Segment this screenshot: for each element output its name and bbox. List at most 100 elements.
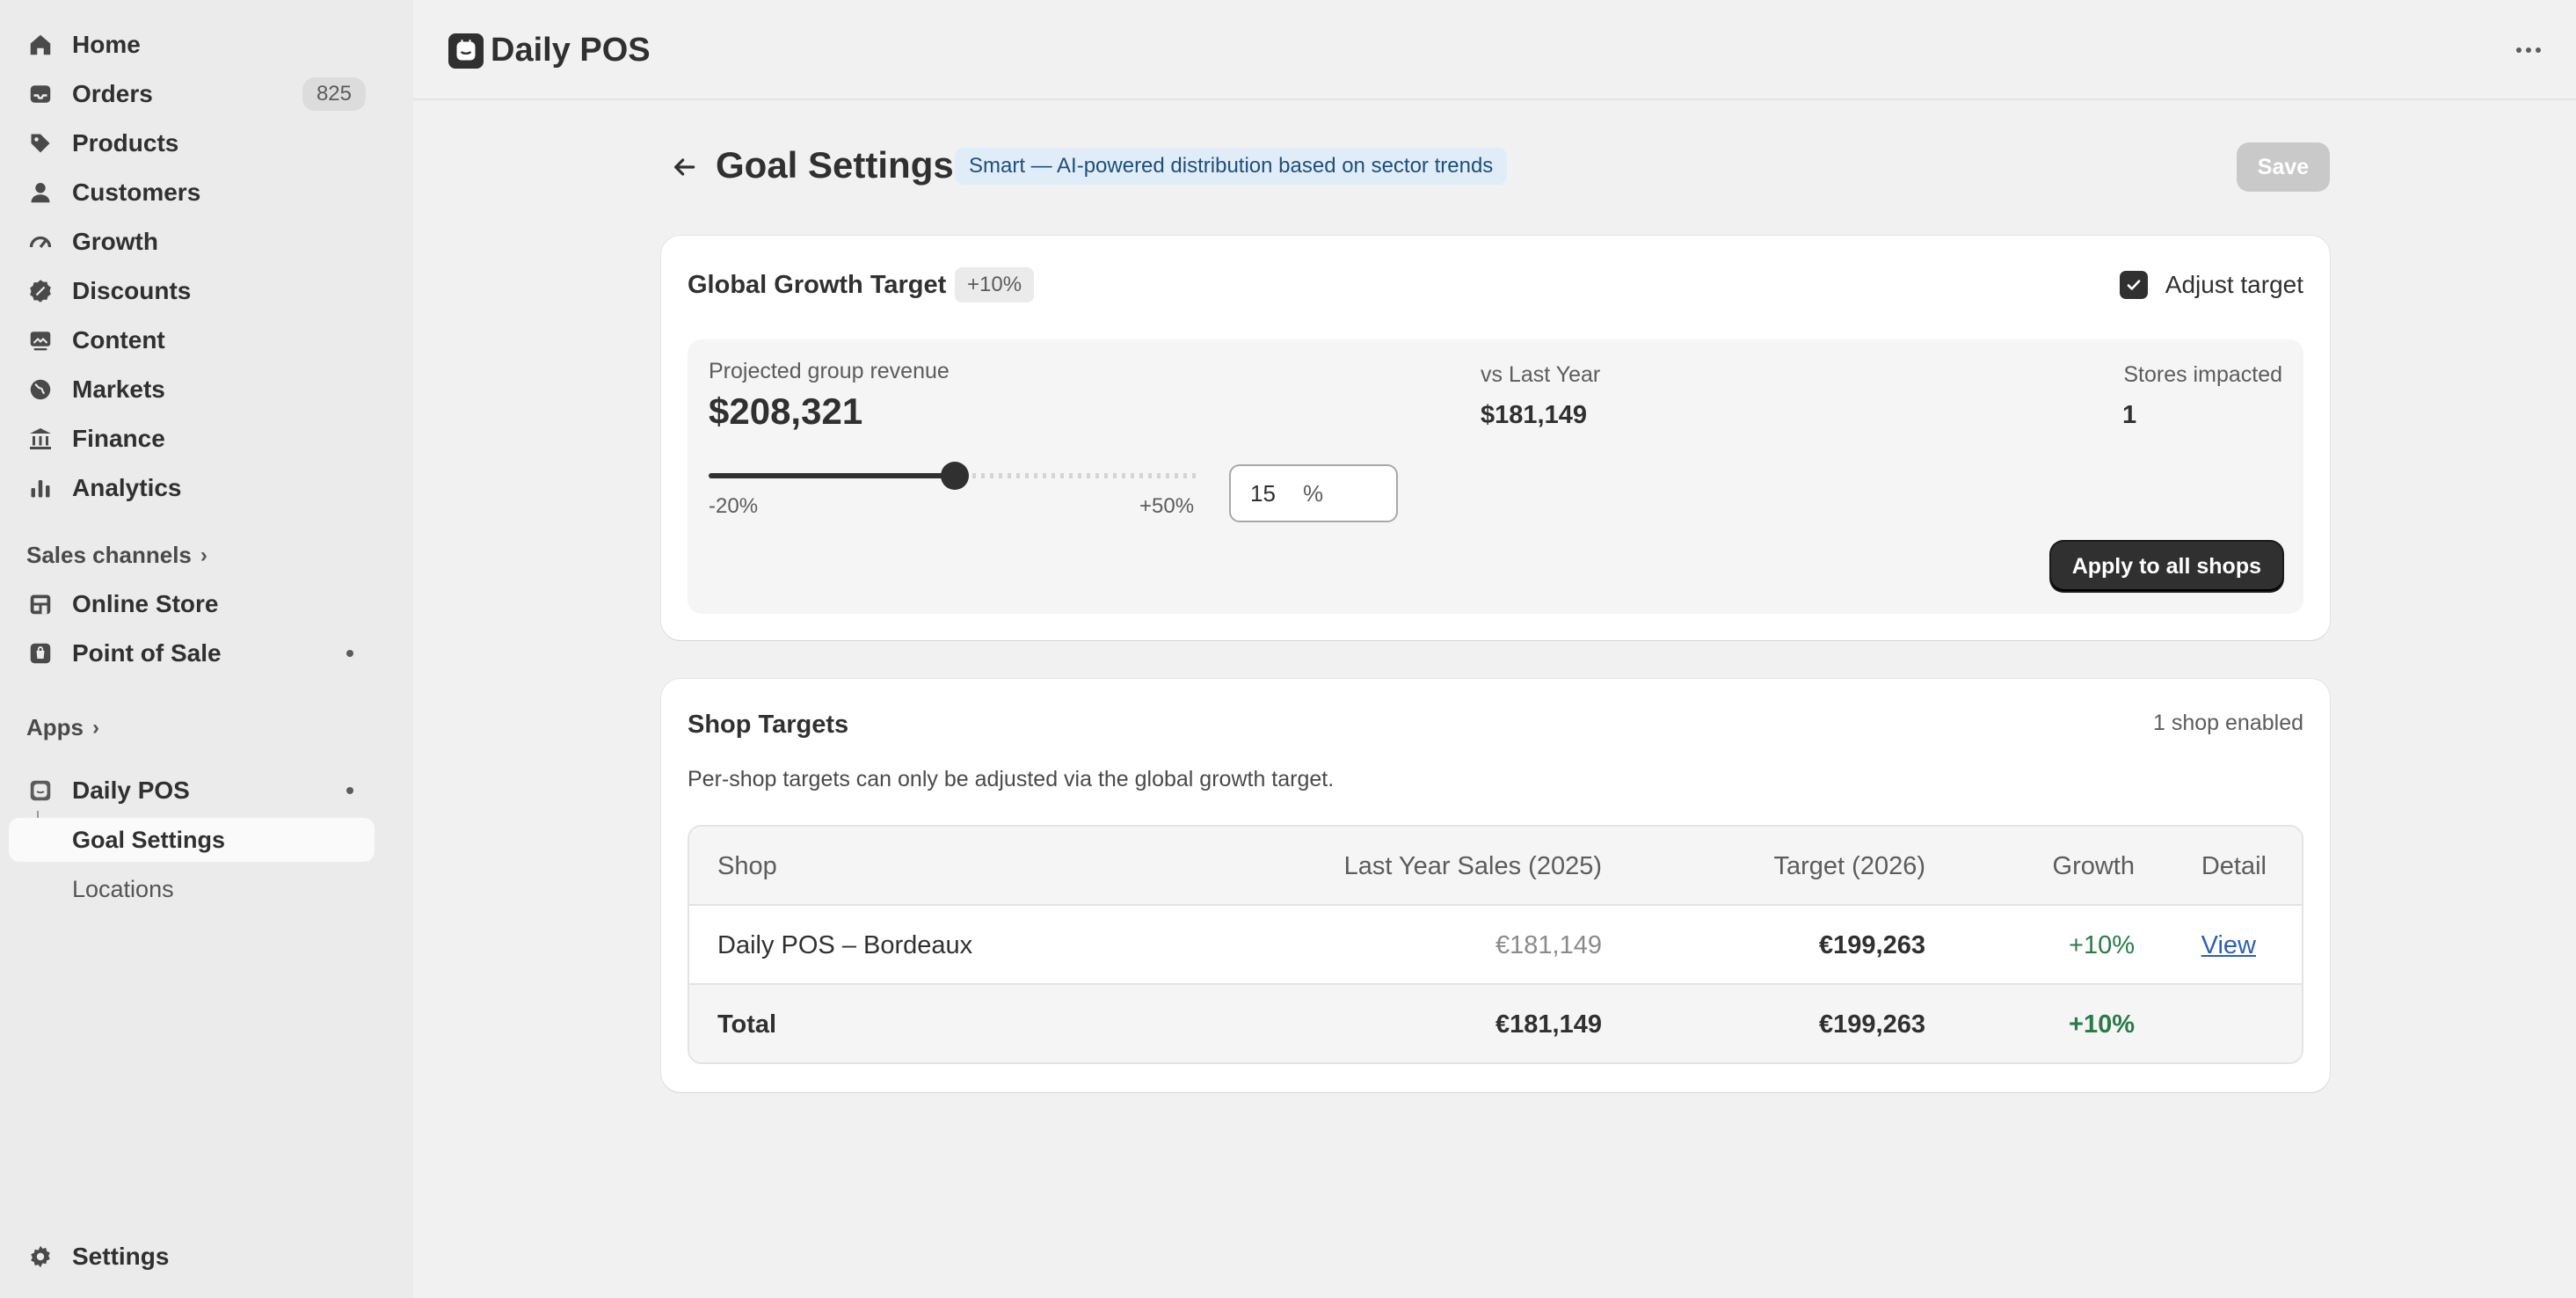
- sidebar-item-label: Orders: [72, 80, 153, 107]
- sidebar-item-products[interactable]: Products: [9, 121, 375, 165]
- shop-targets-description: Per-shop targets can only be adjusted vi…: [688, 767, 1335, 791]
- sidebar-subitem-label: Locations: [72, 875, 174, 902]
- total-last-year-cell: €181,149: [1495, 1010, 1602, 1039]
- sidebar: Home Orders 825 Products Customers Growt…: [0, 0, 413, 1298]
- column-header-growth: Growth: [2052, 851, 2135, 880]
- sidebar-item-customers[interactable]: Customers: [9, 171, 375, 215]
- shop-targets-card: Shop Targets 1 shop enabled Per-shop tar…: [661, 679, 2330, 1092]
- sales-channels-label: Sales channels: [26, 542, 192, 568]
- stores-impacted-label: Stores impacted: [2123, 362, 2282, 387]
- pinned-dot-icon: [346, 787, 353, 794]
- bank-icon: [26, 425, 55, 453]
- pos-bag-icon: [26, 639, 55, 667]
- sidebar-item-settings[interactable]: Settings: [9, 1235, 375, 1279]
- checkmark-icon: [2127, 280, 2141, 290]
- more-actions-button[interactable]: [2511, 37, 2546, 63]
- slider-max-label: +50%: [1139, 494, 1195, 518]
- sidebar-item-analytics[interactable]: Analytics: [9, 466, 375, 510]
- slider-min-label: -20%: [709, 494, 759, 518]
- global-growth-target-title: Global Growth Target: [688, 271, 947, 299]
- image-icon: [26, 326, 55, 354]
- pinned-dot-icon: [346, 650, 353, 657]
- back-button[interactable]: [665, 149, 703, 185]
- sidebar-item-point-of-sale[interactable]: Point of Sale: [9, 631, 375, 675]
- app-topbar: Daily POS: [413, 0, 2576, 100]
- sidebar-item-growth[interactable]: Growth: [9, 220, 375, 264]
- projected-revenue-label: Projected group revenue: [709, 359, 950, 383]
- tag-icon: [26, 129, 55, 157]
- sidebar-item-discounts[interactable]: Discounts: [9, 269, 375, 313]
- bar-chart-icon: [26, 474, 55, 502]
- daily-pos-logo-icon: [448, 33, 484, 69]
- sidebar-item-daily-pos[interactable]: Daily POS: [9, 769, 375, 813]
- gear-icon: [26, 1243, 55, 1271]
- column-header-detail: Detail: [2201, 851, 2267, 880]
- sidebar-item-finance[interactable]: Finance: [9, 417, 375, 461]
- chevron-right-icon: ›: [92, 715, 99, 740]
- shop-targets-title: Shop Targets: [688, 711, 849, 739]
- sales-channels-header[interactable]: Sales channels ›: [26, 542, 207, 569]
- apply-to-all-shops-button[interactable]: Apply to all shops: [2050, 542, 2282, 591]
- growth-slider[interactable]: [709, 462, 1201, 490]
- sidebar-item-label: Point of Sale: [72, 639, 222, 667]
- globe-icon: [26, 376, 55, 404]
- save-button[interactable]: Save: [2237, 142, 2330, 192]
- sidebar-item-label: Settings: [72, 1243, 170, 1270]
- table-row: Daily POS – Bordeaux €181,149 €199,263 +…: [689, 906, 2302, 985]
- sidebar-item-label: Markets: [72, 376, 165, 403]
- sidebar-item-label: Daily POS: [72, 777, 190, 804]
- home-icon: [26, 31, 55, 59]
- adjust-target-checkbox[interactable]: [2119, 271, 2148, 299]
- sidebar-item-label: Online Store: [72, 590, 219, 617]
- sidebar-subitem-locations[interactable]: Locations: [9, 867, 375, 911]
- growth-cell: +10%: [2069, 930, 2135, 959]
- app-title: Daily POS: [491, 32, 651, 69]
- ellipsis-icon: [2516, 47, 2521, 53]
- discount-icon: [26, 277, 55, 305]
- table-header-row: Shop Last Year Sales (2025) Target (2026…: [689, 827, 2302, 906]
- sidebar-item-label: Customers: [72, 179, 201, 206]
- gauge-icon: [26, 228, 55, 256]
- apps-header[interactable]: Apps ›: [26, 714, 99, 741]
- view-detail-link[interactable]: View: [2201, 931, 2256, 960]
- vs-last-year-value: $181,149: [1481, 401, 1587, 429]
- sidebar-item-label: Home: [72, 31, 141, 58]
- growth-slider-fill: [709, 473, 955, 478]
- inbox-icon: [26, 80, 55, 108]
- orders-count-badge: 825: [302, 77, 366, 111]
- target-summary-panel: Projected group revenue $208,321 vs Last…: [688, 339, 2303, 614]
- shops-enabled-count: 1 shop enabled: [2153, 711, 2303, 735]
- adjust-target-label: Adjust target: [2165, 271, 2303, 298]
- total-growth-cell: +10%: [2069, 1010, 2135, 1039]
- ellipsis-icon: [2526, 47, 2531, 53]
- page-title: Goal Settings: [716, 144, 954, 186]
- sidebar-item-label: Finance: [72, 425, 165, 452]
- sidebar-item-label: Products: [72, 129, 179, 157]
- store-icon: [26, 590, 55, 618]
- column-header-last-year-sales: Last Year Sales (2025): [1343, 851, 1602, 880]
- chevron-right-icon: ›: [200, 543, 207, 567]
- person-icon: [26, 179, 55, 207]
- sidebar-item-orders[interactable]: Orders 825: [9, 72, 375, 116]
- sidebar-item-content[interactable]: Content: [9, 318, 375, 362]
- sidebar-item-label: Content: [72, 326, 165, 354]
- sidebar-item-home[interactable]: Home: [9, 23, 375, 67]
- growth-percent-badge: +10%: [955, 267, 1035, 303]
- last-year-sales-cell: €181,149: [1495, 930, 1602, 959]
- shop-name-cell: Daily POS – Bordeaux: [717, 930, 973, 959]
- total-label-cell: Total: [717, 1010, 777, 1039]
- growth-percent-input-value[interactable]: 15: [1250, 480, 1303, 507]
- growth-percent-input[interactable]: 15 %: [1229, 464, 1398, 522]
- apps-label: Apps: [26, 714, 84, 740]
- stores-impacted-value: 1: [2122, 401, 2137, 429]
- projected-revenue-value: $208,321: [709, 390, 863, 432]
- column-header-target: Target (2026): [1773, 851, 1926, 880]
- growth-slider-thumb[interactable]: [941, 462, 969, 490]
- column-header-shop: Shop: [717, 851, 777, 880]
- sidebar-item-label: Growth: [72, 228, 158, 255]
- adjust-target-toggle[interactable]: Adjust target: [2119, 271, 2303, 299]
- sidebar-item-markets[interactable]: Markets: [9, 368, 375, 412]
- sidebar-item-online-store[interactable]: Online Store: [9, 582, 375, 626]
- arrow-left-icon: [674, 158, 695, 176]
- sidebar-subitem-goal-settings[interactable]: Goal Settings: [9, 818, 375, 862]
